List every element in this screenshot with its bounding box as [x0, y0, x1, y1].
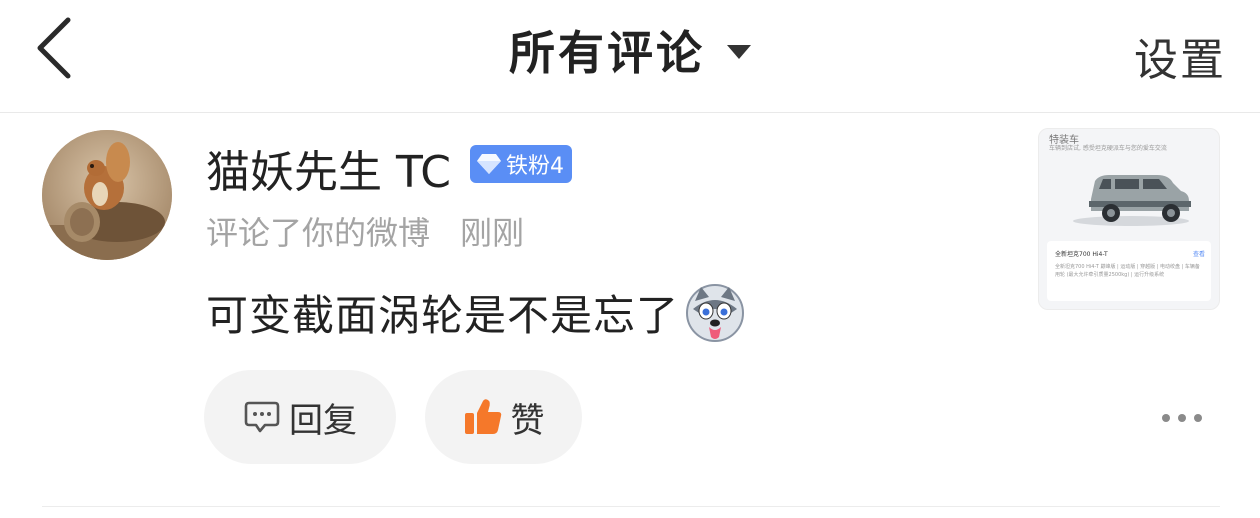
comment-text: 可变截面涡轮是不是忘了: [206, 291, 680, 340]
more-dots-icon: [1162, 414, 1170, 422]
settings-button[interactable]: 设置: [1134, 24, 1226, 88]
squirrel-avatar-image: [42, 130, 172, 260]
thumbnail-card-title: 全新坦克700 Hi4-T: [1055, 251, 1108, 258]
diamond-icon: [477, 154, 501, 174]
comment-meta: 评论了你的微博 刚刚: [206, 208, 524, 254]
husky-emoji-icon: [686, 283, 745, 342]
timestamp: 刚刚: [460, 214, 525, 252]
fan-badge[interactable]: 铁粉4: [470, 145, 572, 183]
comment-body: 可变截面涡轮是不是忘了: [206, 282, 745, 343]
more-dots-icon: [1178, 414, 1186, 422]
thumbnail-card-link: 查看: [1192, 251, 1205, 258]
comment-bubble-icon: [244, 401, 280, 433]
title-container: 所有评论: [0, 0, 1260, 100]
reply-button[interactable]: 回复: [204, 370, 396, 464]
caret-down-icon: [727, 45, 751, 59]
thumbs-up-icon: [464, 399, 501, 434]
chevron-left-icon: [37, 17, 71, 79]
more-dots-icon: [1194, 414, 1202, 422]
page-title: 所有评论: [509, 26, 705, 80]
divider: [42, 506, 1220, 507]
thumbnail-card-desc: 全新坦克700 Hi4-T 巅峰版 | 运动版 | 穿越版 | 电动绞盘 | 车…: [1055, 264, 1200, 278]
avatar[interactable]: [42, 130, 172, 260]
action-text: 评论了你的微博: [206, 214, 431, 252]
like-label: 赞: [510, 400, 545, 441]
like-button[interactable]: 赞: [425, 370, 582, 464]
thumbnail-info-card: 全新坦克700 Hi4-T 查看 全新坦克700 Hi4-T 巅峰版 | 运动版…: [1047, 241, 1211, 301]
back-button[interactable]: [30, 14, 80, 82]
top-bar: 所有评论 设置: [0, 0, 1260, 113]
more-options-button[interactable]: [1162, 408, 1202, 428]
suv-image: [1073, 175, 1191, 226]
comment-filter-dropdown[interactable]: 所有评论: [509, 17, 751, 83]
badge-label: 铁粉4: [506, 154, 564, 179]
post-thumbnail[interactable]: 特装车 车辆到店试, 感受坦克硬派车与您的爱车交流 全新坦克700 Hi4-T …: [1038, 128, 1220, 310]
reply-label: 回复: [289, 400, 357, 441]
username[interactable]: 猫妖先生 TC: [206, 136, 451, 200]
